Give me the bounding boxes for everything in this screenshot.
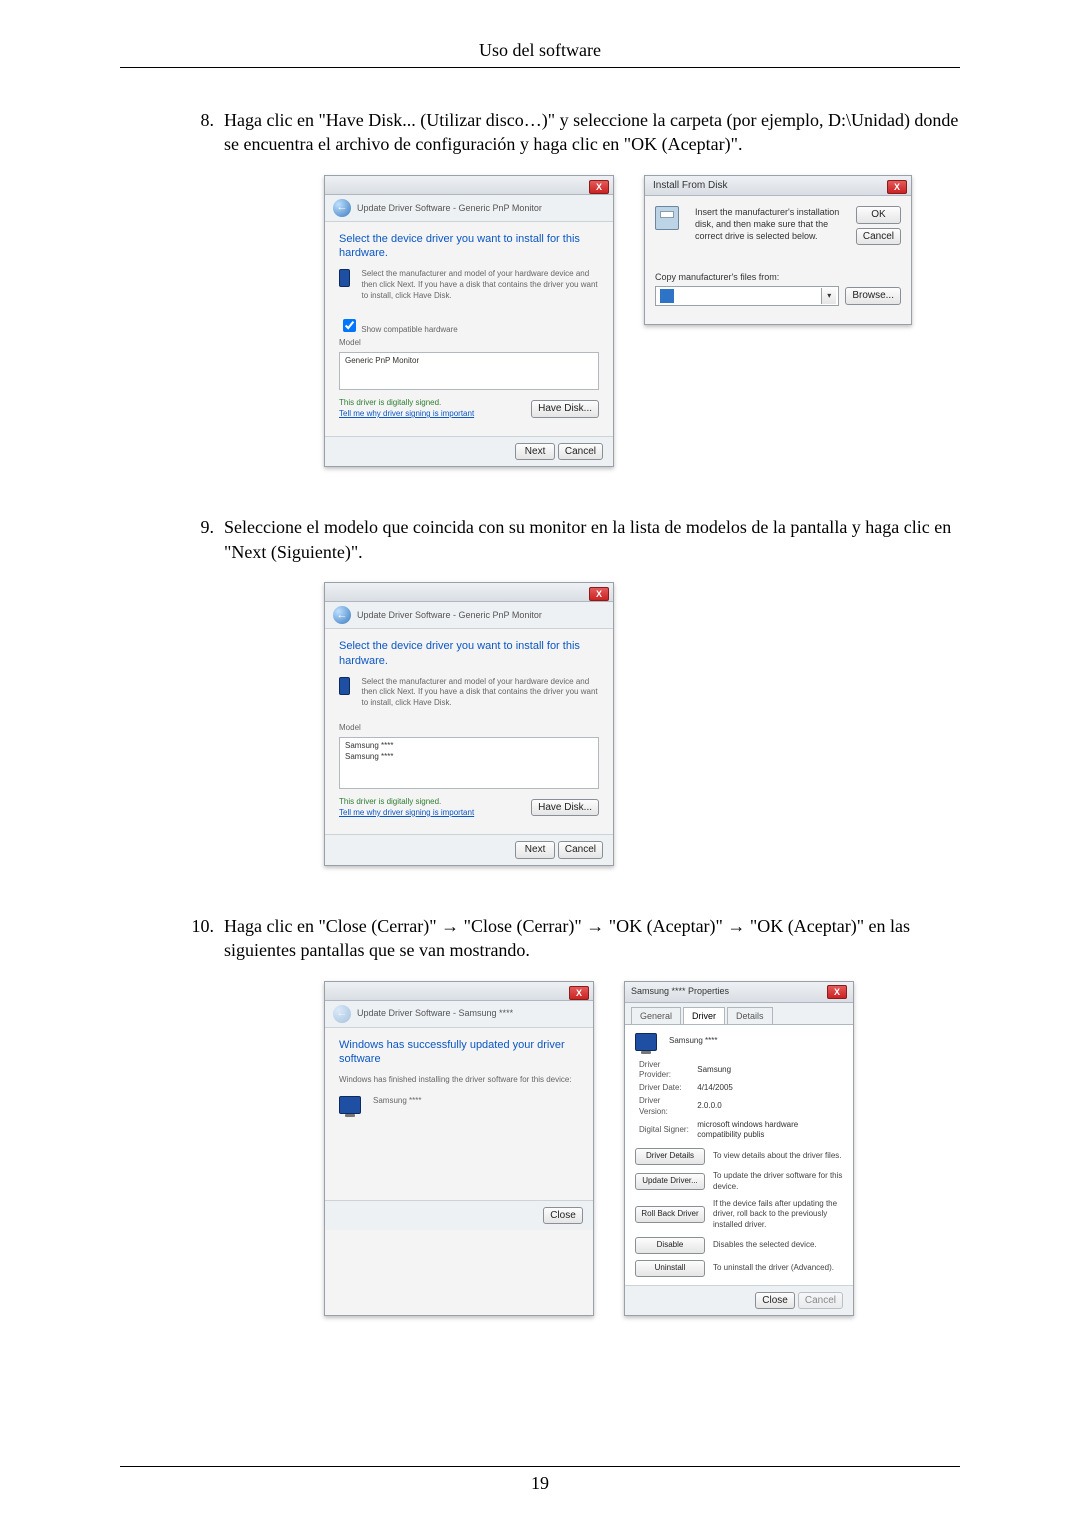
step-9-text: Seleccione el modelo que coincida con su… xyxy=(224,517,951,561)
update-driver-wizard-9: X ← Update Driver Software - Generic PnP… xyxy=(324,582,614,866)
have-disk-button[interactable]: Have Disk... xyxy=(531,799,599,817)
wizard-title: Update Driver Software - Generic PnP Mon… xyxy=(357,609,542,621)
step-9-number: 9. xyxy=(180,515,224,539)
monitor-icon xyxy=(339,1096,361,1114)
show-compatible-checkbox[interactable] xyxy=(343,319,356,332)
signed-text: This driver is digitally signed. xyxy=(339,398,441,407)
device-name: Samsung **** xyxy=(669,1036,717,1047)
monitor-icon xyxy=(339,269,350,287)
drive-icon xyxy=(660,289,674,303)
driver-details-button[interactable]: Driver Details xyxy=(635,1148,705,1165)
close-icon[interactable]: X xyxy=(827,985,847,999)
next-button[interactable]: Next xyxy=(515,443,555,461)
monitor-icon xyxy=(339,677,350,695)
disk-icon xyxy=(655,206,679,230)
update-driver-button[interactable]: Update Driver... xyxy=(635,1173,705,1190)
cancel-button: Cancel xyxy=(798,1292,843,1310)
browse-button[interactable]: Browse... xyxy=(845,287,901,305)
step-10-text: Haga clic en "Close (Cerrar)" → "Close (… xyxy=(224,916,910,960)
cancel-button[interactable]: Cancel xyxy=(856,228,901,246)
back-icon: ← xyxy=(333,1005,351,1023)
copy-from-label: Copy manufacturer's files from: xyxy=(655,271,901,283)
step-10-number: 10. xyxy=(180,914,224,938)
insert-text: Insert the manufacturer's installation d… xyxy=(695,206,848,242)
monitor-icon xyxy=(635,1033,657,1051)
model-label: Model xyxy=(339,338,599,349)
close-icon[interactable]: X xyxy=(589,587,609,601)
close-icon[interactable]: X xyxy=(589,180,609,194)
list-item[interactable]: Generic PnP Monitor xyxy=(345,356,593,367)
page-number: 19 xyxy=(120,1466,960,1494)
tab-driver[interactable]: Driver xyxy=(683,1007,725,1024)
disable-button[interactable]: Disable xyxy=(635,1237,705,1254)
model-label: Model xyxy=(339,723,599,734)
install-from-disk-dialog: Install From Disk X Insert the manufactu… xyxy=(644,175,912,325)
dialog-title: Samsung **** Properties xyxy=(631,985,729,997)
dialog-title: Install From Disk xyxy=(653,180,727,191)
close-button[interactable]: Close xyxy=(543,1207,583,1225)
list-item[interactable]: Samsung **** xyxy=(345,741,593,752)
cancel-button[interactable]: Cancel xyxy=(558,841,603,859)
wizard-heading: Select the device driver you want to ins… xyxy=(339,232,599,262)
wizard-explain: Select the manufacturer and model of you… xyxy=(362,269,600,301)
action-desc: To view details about the driver files. xyxy=(713,1151,843,1162)
show-compatible-label: Show compatible hardware xyxy=(361,325,458,334)
signed-text: This driver is digitally signed. xyxy=(339,797,441,806)
action-desc: To uninstall the driver (Advanced). xyxy=(713,1263,843,1274)
wizard-title: Update Driver Software - Generic PnP Mon… xyxy=(357,202,542,214)
have-disk-button[interactable]: Have Disk... xyxy=(531,400,599,418)
wizard-explain: Select the manufacturer and model of you… xyxy=(362,677,600,709)
device-name: Samsung **** xyxy=(373,1096,421,1107)
chevron-down-icon[interactable]: ▾ xyxy=(821,288,836,304)
tab-details[interactable]: Details xyxy=(727,1007,773,1024)
close-icon[interactable]: X xyxy=(887,180,907,194)
action-desc: If the device fails after updating the d… xyxy=(713,1199,843,1231)
ok-button[interactable]: OK xyxy=(856,206,901,224)
finish-text: Windows has finished installing the driv… xyxy=(339,1075,579,1086)
back-icon[interactable]: ← xyxy=(333,199,351,217)
close-button[interactable]: Close xyxy=(755,1292,795,1310)
model-list[interactable]: Samsung **** Samsung **** xyxy=(339,737,599,789)
signed-link[interactable]: Tell me why driver signing is important xyxy=(339,808,474,817)
close-icon[interactable]: X xyxy=(569,986,589,1000)
cancel-button[interactable]: Cancel xyxy=(558,443,603,461)
next-button[interactable]: Next xyxy=(515,841,555,859)
list-item[interactable]: Samsung **** xyxy=(345,752,593,763)
wizard-heading: Select the device driver you want to ins… xyxy=(339,639,599,669)
update-driver-wizard-8: X ← Update Driver Software - Generic PnP… xyxy=(324,175,614,468)
update-driver-wizard-success: X ← Update Driver Software - Samsung ***… xyxy=(324,981,594,1317)
signed-link[interactable]: Tell me why driver signing is important xyxy=(339,409,474,418)
back-icon[interactable]: ← xyxy=(333,606,351,624)
driver-info-table: Driver Provider:Samsung Driver Date:4/14… xyxy=(635,1059,843,1143)
action-desc: To update the driver software for this d… xyxy=(713,1171,843,1193)
driver-properties-dialog: Samsung **** Properties X General Driver… xyxy=(624,981,854,1317)
step-8-number: 8. xyxy=(180,108,224,132)
action-desc: Disables the selected device. xyxy=(713,1240,843,1251)
uninstall-button[interactable]: Uninstall xyxy=(635,1260,705,1277)
model-list[interactable]: Generic PnP Monitor xyxy=(339,352,599,390)
tab-general[interactable]: General xyxy=(631,1007,681,1024)
roll-back-driver-button[interactable]: Roll Back Driver xyxy=(635,1206,705,1223)
step-8-text: Haga clic en "Have Disk... (Utilizar dis… xyxy=(224,110,958,154)
copy-from-combo[interactable]: ▾ xyxy=(655,286,839,306)
page-header: Uso del software xyxy=(120,40,960,68)
wizard-title: Update Driver Software - Samsung **** xyxy=(357,1007,513,1019)
wizard-heading: Windows has successfully updated your dr… xyxy=(339,1038,579,1068)
